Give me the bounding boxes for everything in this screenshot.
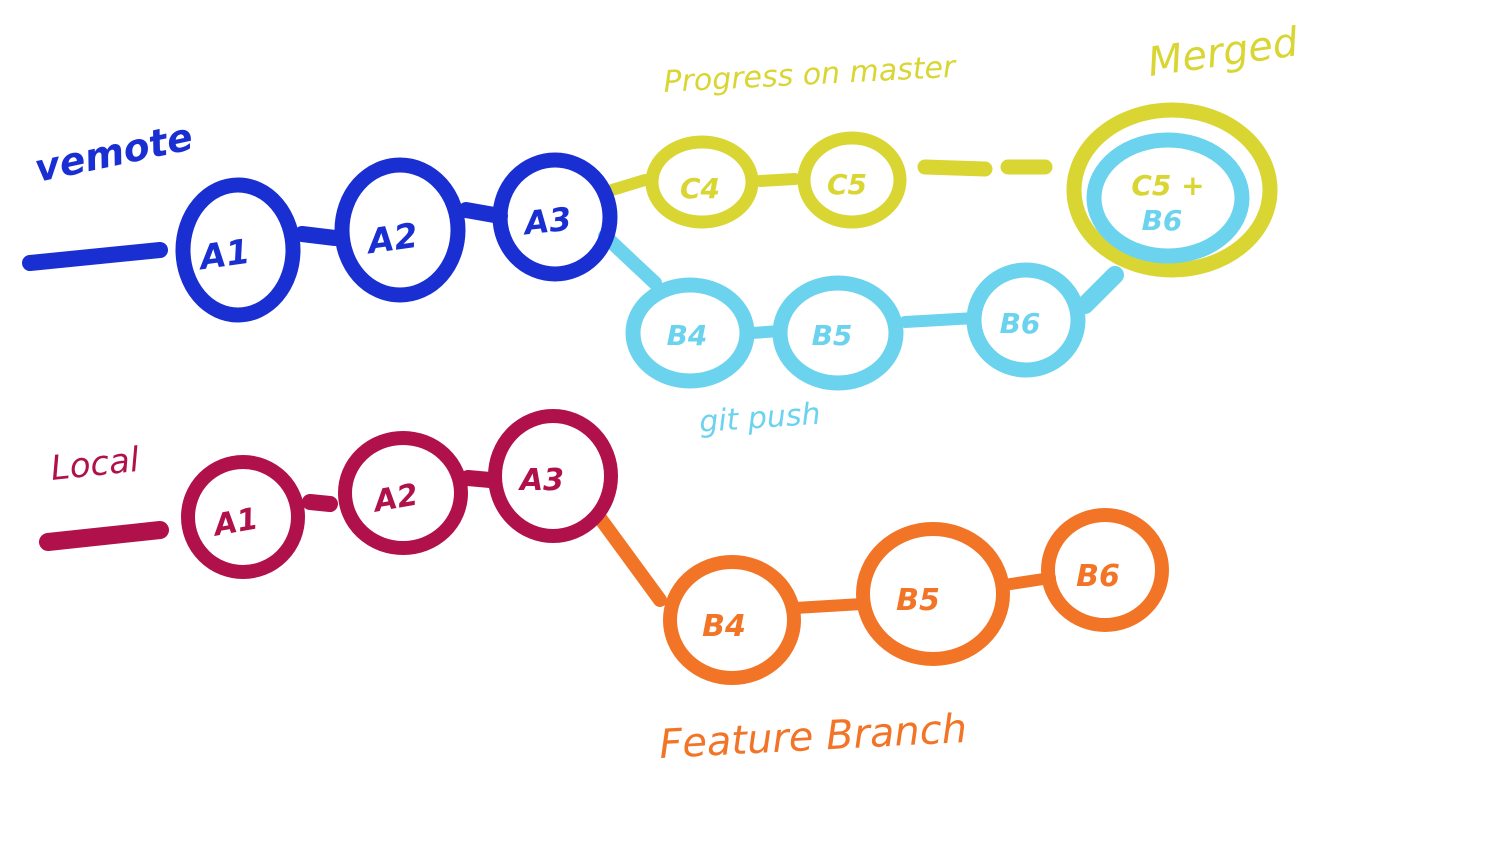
local-b4-b5-edge bbox=[789, 598, 868, 614]
local-label: Local bbox=[49, 440, 142, 489]
remote-start-line bbox=[22, 242, 168, 271]
yellow-node-c4: C4 bbox=[645, 135, 759, 229]
remote-node-b6: B6 bbox=[966, 262, 1086, 378]
remote-a1-a2-edge bbox=[294, 226, 343, 246]
local-node-b6: B6 bbox=[1041, 508, 1169, 632]
remote-node-b5: B5 bbox=[772, 275, 904, 391]
local-node-a3-label: A3 bbox=[518, 463, 564, 498]
remote-node-b6-label: B6 bbox=[1000, 307, 1041, 340]
remote-node-b4-label: B4 bbox=[667, 319, 708, 352]
b6-merge-edge bbox=[1076, 266, 1124, 314]
local-node-a2: A2 bbox=[338, 431, 468, 555]
local-node-b4-label: B4 bbox=[702, 609, 746, 644]
local-node-b5: B5 bbox=[856, 522, 1010, 666]
remote-node-a1: A1 bbox=[175, 177, 301, 323]
remote-node-b5-label: B5 bbox=[812, 319, 853, 352]
local-a2-a3-edge bbox=[460, 470, 498, 488]
remote-node-a3: A3 bbox=[492, 152, 618, 282]
c5-merge-dash-1 bbox=[917, 159, 993, 177]
yellow-node-c5-label: C5 bbox=[827, 168, 867, 201]
remote-label: vemote bbox=[31, 114, 197, 190]
local-node-a2-label: A2 bbox=[369, 477, 420, 519]
local-node-b4: B4 bbox=[663, 555, 801, 685]
merge-node-label-line2: B6 bbox=[1142, 204, 1183, 237]
local-start-line bbox=[39, 521, 169, 551]
merged-label: Merged bbox=[1145, 19, 1301, 86]
merge-node: C5 + B6 bbox=[1066, 102, 1278, 278]
b5-b6-edge bbox=[899, 312, 981, 328]
local-node-b6-label: B6 bbox=[1076, 559, 1120, 594]
feature-branch-label: Feature Branch bbox=[658, 706, 968, 768]
remote-node-a2-label: A2 bbox=[362, 216, 420, 263]
local-node-a1: A1 bbox=[181, 455, 305, 579]
a3-b4-edge bbox=[598, 229, 662, 290]
local-node-b5-label: B5 bbox=[896, 583, 940, 618]
local-a3-b4-edge bbox=[593, 511, 667, 607]
remote-node-a3-label: A3 bbox=[520, 200, 574, 243]
merge-node-label-line1: C5 + bbox=[1131, 169, 1204, 202]
diagram-svg: A1 A2 A3 C4 C5 C5 + B6 B4 B5 B6 A1 A2 A3… bbox=[22, 19, 1301, 768]
local-a1-a2-edge bbox=[302, 494, 338, 512]
remote-node-b4: B4 bbox=[625, 277, 755, 389]
local-node-a1-label: A1 bbox=[209, 501, 260, 543]
yellow-node-c4-label: C4 bbox=[680, 172, 720, 205]
remote-node-a1-label: A1 bbox=[194, 232, 252, 279]
local-node-a3: A3 bbox=[488, 409, 618, 543]
yellow-node-c5: C5 bbox=[797, 131, 907, 229]
progress-label: Progress on master bbox=[663, 50, 958, 100]
a3-c4-edge bbox=[606, 174, 651, 196]
git-branch-diagram: A1 A2 A3 C4 C5 C5 + B6 B4 B5 B6 A1 A2 A3… bbox=[0, 0, 1500, 844]
c4-c5-edge bbox=[754, 173, 801, 187]
git-push-label: git push bbox=[698, 397, 822, 440]
remote-node-a2: A2 bbox=[334, 157, 466, 303]
